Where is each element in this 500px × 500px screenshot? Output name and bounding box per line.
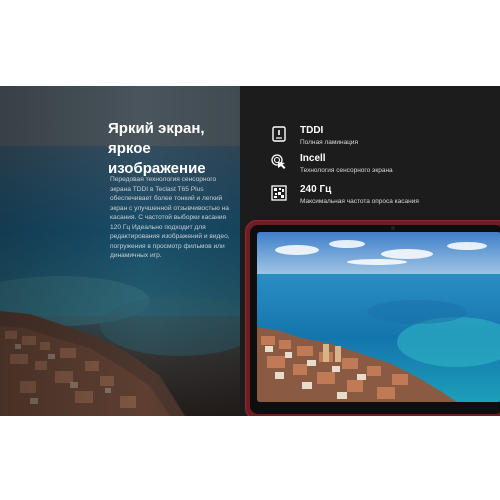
feature-title: 240 Гц [300,184,332,195]
tablet-device [245,220,500,416]
headline: Яркий экран, яркое изображение [108,119,248,179]
feature-subtitle: Максимальная частота опроса касания [300,198,419,205]
feature-title: Incell [300,153,326,164]
tablet-screen [257,232,500,402]
frequency-grid-icon [270,184,288,202]
tablet-screen-photo [257,232,500,402]
feature-subtitle: Полная ламинация [300,139,359,146]
feature-subtitle: Технология сенсорного экрана [300,167,393,174]
description-text: Передовая технология сенсорного экрана T… [110,176,230,259]
headline-line1: Яркий экран, [108,120,205,137]
headline-line2: яркое изображение [108,140,206,177]
screen-layers-icon [270,125,288,143]
touch-hand-icon [270,153,288,171]
feature-title: TDDI [300,125,324,136]
promo-banner: Яркий экран, яркое изображение Передовая… [0,86,500,416]
front-camera [391,226,395,230]
